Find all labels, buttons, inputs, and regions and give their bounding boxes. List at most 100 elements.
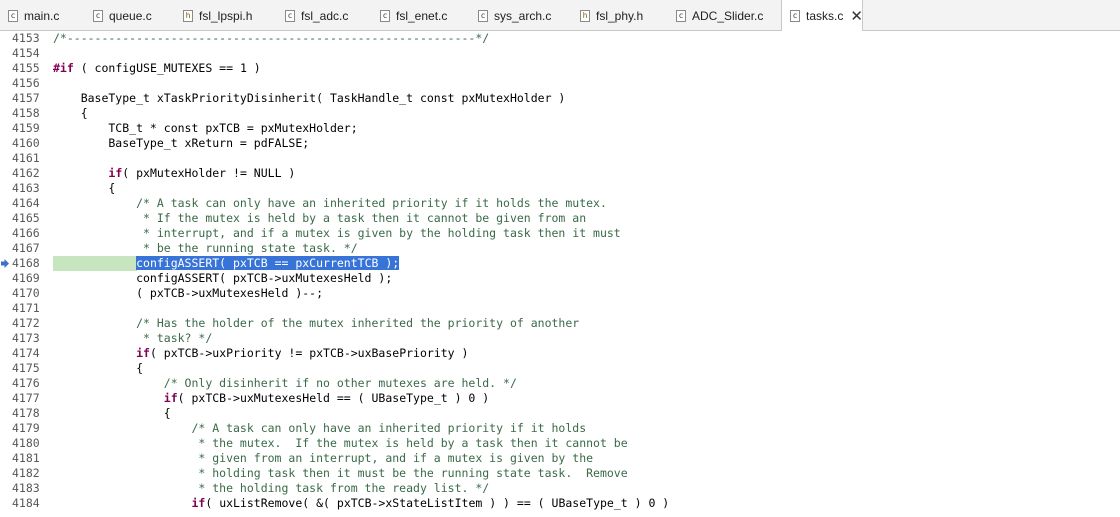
- c-source-file-icon: c: [93, 9, 103, 22]
- line-number: 4165: [12, 211, 40, 225]
- line-number: 4159: [12, 121, 40, 135]
- code-line[interactable]: 4170 ( pxTCB->uxMutexesHeld )--;: [0, 286, 1120, 301]
- code-line[interactable]: 4167 * be the running state task. */: [0, 241, 1120, 256]
- keyword: if: [163, 391, 178, 405]
- code-line[interactable]: 4182 * holding task then it must be the …: [0, 466, 1120, 481]
- code-line[interactable]: 4178 {: [0, 406, 1120, 421]
- code-line[interactable]: 4172 /* Has the holder of the mutex inhe…: [0, 316, 1120, 331]
- line-number: 4171: [12, 301, 40, 315]
- code-line[interactable]: 4163 {: [0, 181, 1120, 196]
- code-line[interactable]: 4162 if( pxMutexHolder != NULL ): [0, 166, 1120, 181]
- code-rest: ( pxMutexHolder != NULL ): [122, 166, 296, 180]
- code-line[interactable]: 4160 BaseType_t xReturn = pdFALSE;: [0, 136, 1120, 151]
- code-comment: * holding task then it must be the runni…: [53, 466, 628, 480]
- code-line[interactable]: 4157 BaseType_t xTaskPriorityDisinherit(…: [0, 91, 1120, 106]
- line-number: 4164: [12, 196, 40, 210]
- code-line[interactable]: 4175 {: [0, 361, 1120, 376]
- tab-fsl-phy-h[interactable]: h fsl_phy.h: [580, 0, 670, 31]
- code-line[interactable]: 4174 if( pxTCB->uxPriority != pxTCB->uxB…: [0, 346, 1120, 361]
- code-line[interactable]: 4180 * the mutex. If the mutex is held b…: [0, 436, 1120, 451]
- code-line[interactable]: 4169 configASSERT( pxTCB->uxMutexesHeld …: [0, 271, 1120, 286]
- line-number: 4157: [12, 91, 40, 105]
- code-text: {: [53, 106, 88, 120]
- code-text: if( pxTCB->uxMutexesHeld == ( UBaseType_…: [53, 391, 1120, 406]
- code-text: #if ( configUSE_MUTEXES == 1 ): [53, 61, 1120, 76]
- tab-fsl-lpspi-h[interactable]: h fsl_lpspi.h: [183, 0, 279, 31]
- line-number: 4160: [12, 136, 40, 150]
- h-header-file-icon: h: [580, 9, 590, 22]
- code-text: {: [53, 181, 116, 195]
- code-line[interactable]: 4153 /*----------------------------------…: [0, 31, 1120, 46]
- code-rest: ( configUSE_MUTEXES == 1 ): [73, 61, 261, 75]
- code-text: TCB_t * const pxTCB = pxMutexHolder;: [53, 121, 358, 135]
- code-text: if( uxListRemove( &( pxTCB->xStateListIt…: [53, 496, 1120, 511]
- code-line[interactable]: 4156: [0, 76, 1120, 91]
- code-line[interactable]: 4165 * If the mutex is held by a task th…: [0, 211, 1120, 226]
- line-number: 4175: [12, 361, 40, 375]
- line-number: 4162: [12, 166, 40, 180]
- c-source-file-icon: c: [285, 9, 295, 22]
- code-line[interactable]: 4164 /* A task can only have an inherite…: [0, 196, 1120, 211]
- code-line[interactable]: 4179 /* A task can only have an inherite…: [0, 421, 1120, 436]
- code-text: BaseType_t xTaskPriorityDisinherit( Task…: [53, 91, 566, 105]
- code-comment: /* Has the holder of the mutex inherited…: [53, 316, 580, 330]
- line-number: 4177: [12, 391, 40, 405]
- keyword: if: [108, 166, 123, 180]
- code-comment: /* A task can only have an inherited pri…: [53, 421, 587, 435]
- code-text: configASSERT( pxTCB == pxCurrentTCB );: [53, 256, 1120, 271]
- close-tab-icon[interactable]: ✕: [850, 9, 863, 24]
- line-number: 4178: [12, 406, 40, 420]
- keyword: if: [191, 496, 206, 510]
- debug-instruction-pointer-icon: [1, 259, 9, 268]
- line-number: 4180: [12, 436, 40, 450]
- tab-main-c[interactable]: c main.c: [8, 0, 88, 31]
- line-number: 4181: [12, 451, 40, 465]
- code-comment: * interrupt, and if a mutex is given by …: [53, 226, 621, 240]
- tab-fsl-adc-c[interactable]: c fsl_adc.c: [285, 0, 375, 31]
- code-line[interactable]: 4159 TCB_t * const pxTCB = pxMutexHolder…: [0, 121, 1120, 136]
- h-header-file-icon: h: [183, 9, 193, 22]
- c-source-file-icon: c: [676, 9, 686, 22]
- line-number: 4170: [12, 286, 40, 300]
- c-source-file-icon: c: [380, 9, 390, 22]
- tab-label: ADC_Slider.c: [692, 8, 764, 23]
- code-text: configASSERT( pxTCB->uxMutexesHeld );: [53, 271, 393, 285]
- line-number: 4156: [12, 76, 40, 90]
- code-line[interactable]: 4183 * the holding task from the ready l…: [0, 481, 1120, 496]
- keyword: #if: [53, 61, 74, 75]
- code-line[interactable]: 4184 if( uxListRemove( &( pxTCB->xStateL…: [0, 496, 1120, 511]
- tab-fsl-enet-c[interactable]: c fsl_enet.c: [380, 0, 472, 31]
- code-line[interactable]: 4155 #if ( configUSE_MUTEXES == 1 ): [0, 61, 1120, 76]
- line-number: 4182: [12, 466, 40, 480]
- code-editor[interactable]: 4153 /*----------------------------------…: [0, 31, 1120, 517]
- current-code-line[interactable]: 4168 configASSERT( pxTCB == pxCurrentTCB…: [0, 256, 1120, 271]
- code-line[interactable]: 4177 if( pxTCB->uxMutexesHeld == ( UBase…: [0, 391, 1120, 406]
- code-line[interactable]: 4171: [0, 301, 1120, 316]
- code-line[interactable]: 4154: [0, 46, 1120, 61]
- tab-sys-arch-c[interactable]: c sys_arch.c: [478, 0, 574, 31]
- code-text: {: [53, 361, 144, 375]
- tab-adc-slider-c[interactable]: c ADC_Slider.c: [676, 0, 782, 31]
- code-line[interactable]: 4161: [0, 151, 1120, 166]
- code-line[interactable]: 4158 {: [0, 106, 1120, 121]
- line-number: 4176: [12, 376, 40, 390]
- tab-label: fsl_enet.c: [396, 8, 448, 23]
- code-line[interactable]: 4176 /* Only disinherit if no other mute…: [0, 376, 1120, 391]
- code-line[interactable]: 4166 * interrupt, and if a mutex is give…: [0, 226, 1120, 241]
- editor-tab-bar: c main.c c queue.c h fsl_lpspi.h c fsl_adc.c c fs…: [0, 0, 1120, 32]
- tab-queue-c[interactable]: c queue.c: [93, 0, 177, 31]
- code-line[interactable]: 4181 * given from an interrupt, and if a…: [0, 451, 1120, 466]
- tab-tasks-c[interactable]: c tasks.c ✕: [781, 0, 863, 32]
- code-comment: * be the running state task. */: [53, 241, 358, 255]
- line-number: 4158: [12, 106, 40, 120]
- code-comment: * the mutex. If the mutex is held by a t…: [53, 436, 628, 450]
- line-number: 4161: [12, 151, 40, 165]
- code-text: BaseType_t xReturn = pdFALSE;: [53, 136, 310, 150]
- code-line[interactable]: 4173 * task? */: [0, 331, 1120, 346]
- code-rest: ( uxListRemove( &( pxTCB->xStateListItem…: [205, 496, 670, 510]
- line-number: 4184: [12, 496, 40, 510]
- code-comment: * given from an interrupt, and if a mute…: [53, 451, 594, 465]
- code-text: ( pxTCB->uxMutexesHeld )--;: [53, 286, 324, 300]
